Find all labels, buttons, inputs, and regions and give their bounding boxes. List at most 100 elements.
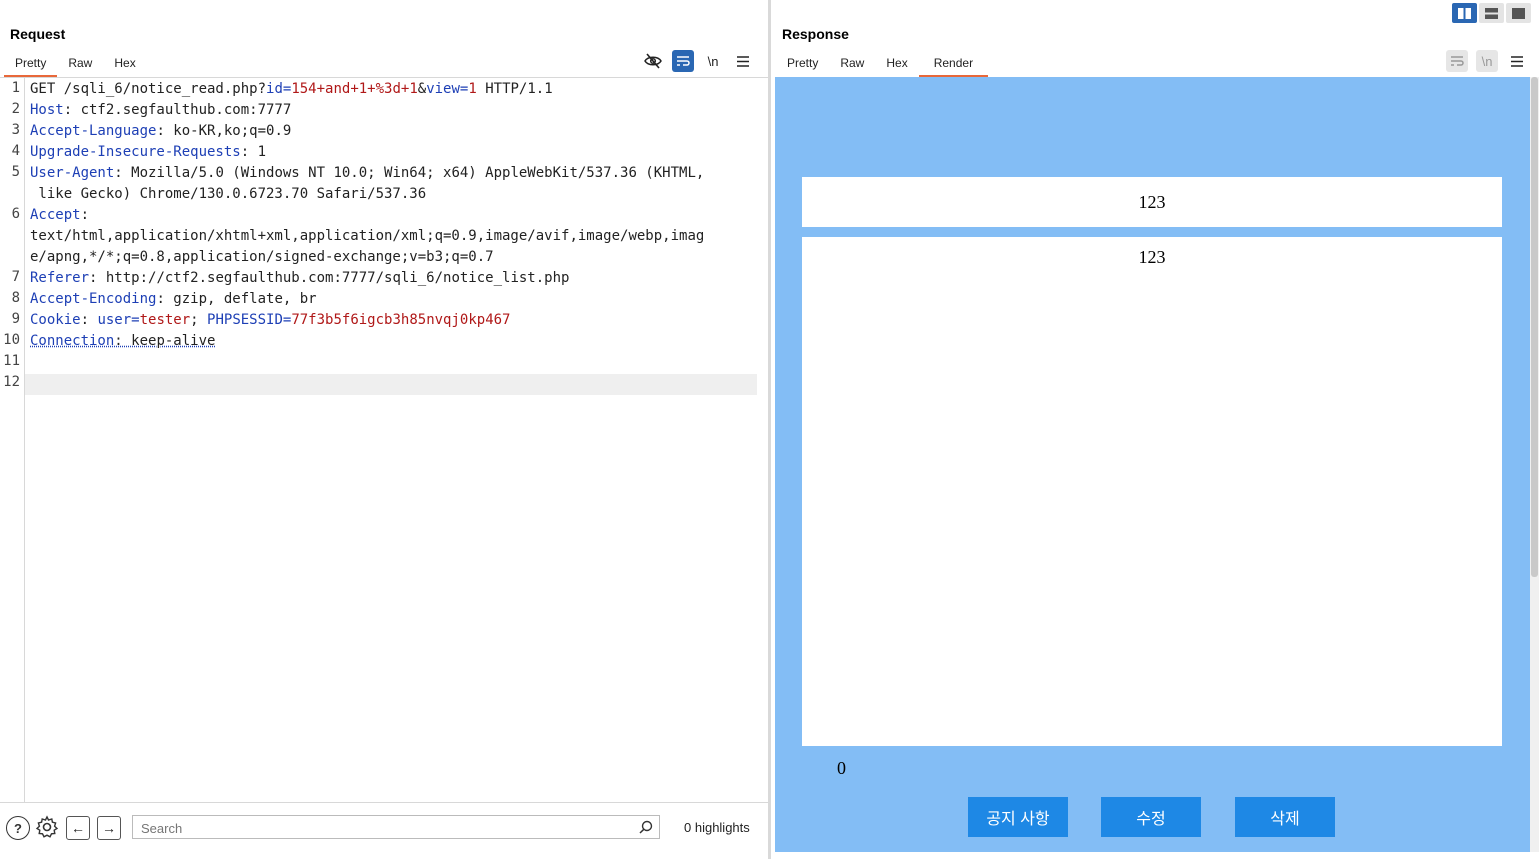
request-line-4: Upgrade-Insecure-Requests: 1 <box>30 142 266 163</box>
header-value: : keep-alive <box>114 333 216 349</box>
request-line-3: Accept-Language: ko-KR,ko;q=0.9 <box>30 121 291 142</box>
request-line-1: GET /sqli_6/notice_read.php?id=154+and+1… <box>30 79 553 100</box>
line-number: 3 <box>11 122 20 138</box>
menu-icon <box>737 55 749 67</box>
request-line-7: Referer: http://ctf2.segfaulthub.com:777… <box>30 268 569 289</box>
line-number: 11 <box>3 353 20 369</box>
help-icon[interactable]: ? <box>6 816 30 840</box>
header-value: : ko-KR,ko;q=0.9 <box>156 123 292 139</box>
response-newlines-button[interactable]: \n <box>1476 50 1498 72</box>
show-newlines-button[interactable]: \n <box>702 50 724 72</box>
eye-off-icon <box>644 53 662 69</box>
search-box <box>132 815 660 839</box>
line-number: 7 <box>11 269 20 285</box>
line-number: 4 <box>11 143 20 159</box>
line-number: 6 <box>11 206 20 222</box>
line-number: 5 <box>11 164 20 180</box>
request-tab-raw[interactable]: Raw <box>57 52 103 77</box>
request-line-5-wrap: like Gecko) Chrome/130.0.6723.70 Safari/… <box>30 184 426 205</box>
scrollbar-thumb[interactable] <box>1531 77 1538 577</box>
line-number: 1 <box>11 80 20 96</box>
render-scrollbar[interactable] <box>1530 77 1539 852</box>
request-line-8: Accept-Encoding: gzip, deflate, br <box>30 289 317 310</box>
rendered-page: 123 123 0 공지 사항 수정 삭제 <box>775 77 1531 852</box>
request-line-2: Host: ctf2.segfaulthub.com:7777 <box>30 100 291 121</box>
wrap-lines-button[interactable] <box>672 50 694 72</box>
header-name: User-Agent <box>30 165 115 181</box>
param-separator: & <box>417 81 427 97</box>
header-colon: : <box>80 207 90 223</box>
request-menu-button[interactable] <box>732 50 754 72</box>
response-wrap-button[interactable] <box>1446 50 1468 72</box>
cookie-name: PHPSESSID <box>207 312 283 328</box>
line-number: 9 <box>11 311 20 327</box>
delete-button[interactable]: 삭제 <box>1235 797 1335 837</box>
request-line-6-wrap: text/html,application/xhtml+xml,applicat… <box>30 226 704 247</box>
request-path: GET /sqli_6/notice_read.php? <box>30 81 267 97</box>
header-name: Accept <box>30 207 81 223</box>
request-tabs: Pretty Raw Hex <box>4 52 147 77</box>
request-tab-pretty[interactable]: Pretty <box>4 52 58 77</box>
gear-icon <box>35 815 59 838</box>
request-pane: Request Pretty Raw Hex \n 1 2 3 4 5 6 7 … <box>0 0 768 859</box>
header-value: like Gecko) Chrome/130.0.6723.70 Safari/… <box>30 186 427 202</box>
param-name: id <box>266 81 283 97</box>
edit-button[interactable]: 수정 <box>1101 797 1201 837</box>
search-input[interactable] <box>139 817 633 839</box>
header-value: : http://ctf2.segfaulthub.com:7777/sqli_… <box>89 270 570 286</box>
http-version: HTTP/1.1 <box>476 81 553 97</box>
request-editor[interactable]: 1 2 3 4 5 6 7 8 9 10 11 12 GET /sqli_6/n… <box>0 77 768 803</box>
cookie-value: 77f3b5f6igcb3h85nvqj0kp467 <box>291 312 511 328</box>
highlights-count: 0 highlights <box>684 820 750 835</box>
view-count: 0 <box>837 758 846 778</box>
header-value: : gzip, deflate, br <box>156 291 317 307</box>
line-number: 2 <box>11 101 20 117</box>
line-number: 12 <box>3 374 20 390</box>
param-name: view <box>426 81 460 97</box>
request-title: Request <box>10 26 66 42</box>
response-title: Response <box>782 26 849 42</box>
header-value: text/html,application/xhtml+xml,applicat… <box>30 228 705 244</box>
back-arrow-icon[interactable]: ← <box>66 816 90 840</box>
header-value: e/apng,*/*;q=0.8,application/signed-exch… <box>30 249 494 265</box>
search-icon[interactable] <box>639 820 653 834</box>
line-number: 10 <box>3 332 20 348</box>
notice-content-field: 123 <box>802 237 1502 746</box>
request-line-6: Accept: <box>30 205 89 226</box>
response-tabs: Pretty Raw Hex Render <box>776 52 989 77</box>
header-name: Cookie <box>30 312 81 328</box>
settings-gear-icon[interactable] <box>35 815 59 844</box>
param-value: 1 <box>468 81 477 97</box>
response-menu-button[interactable] <box>1506 50 1528 72</box>
cookie-value: tester <box>139 312 191 328</box>
header-name: Referer <box>30 270 90 286</box>
notice-title-field: 123 <box>802 177 1502 227</box>
response-tab-pretty[interactable]: Pretty <box>776 52 829 77</box>
wrap-icon <box>677 56 690 66</box>
hide-nonprintable-button[interactable] <box>642 50 664 72</box>
response-pane: Response Pretty Raw Hex Render \n 123 12… <box>771 0 1539 859</box>
forward-arrow-icon[interactable]: → <box>97 816 121 840</box>
response-tab-raw[interactable]: Raw <box>829 52 875 77</box>
header-value: : Mozilla/5.0 (Windows NT 10.0; Win64; x… <box>114 165 705 181</box>
request-toolbar: \n <box>642 50 754 72</box>
request-line-10: Connection: keep-alive <box>30 331 215 352</box>
response-toolbar: \n <box>1446 50 1528 72</box>
request-bottom-bar: ? ← → 0 highlights <box>0 802 768 853</box>
header-colon: : <box>80 312 98 328</box>
cookie-name: user <box>97 312 132 328</box>
notice-list-button[interactable]: 공지 사항 <box>968 797 1068 837</box>
response-tab-render[interactable]: Render <box>918 52 989 77</box>
line-number-gutter: 1 2 3 4 5 6 7 8 9 10 11 12 <box>0 78 25 803</box>
request-tab-hex[interactable]: Hex <box>103 52 146 77</box>
header-name: Host <box>30 102 64 118</box>
header-name: Connection <box>30 333 115 349</box>
menu-icon <box>1511 55 1523 67</box>
response-tab-hex[interactable]: Hex <box>875 52 918 77</box>
request-line-6-wrap: e/apng,*/*;q=0.8,application/signed-exch… <box>30 247 494 268</box>
header-value: : 1 <box>240 144 267 160</box>
cookie-equals: = <box>131 312 140 328</box>
header-name: Accept-Encoding <box>30 291 157 307</box>
header-value: : ctf2.segfaulthub.com:7777 <box>63 102 292 118</box>
wrap-icon <box>1451 56 1464 66</box>
